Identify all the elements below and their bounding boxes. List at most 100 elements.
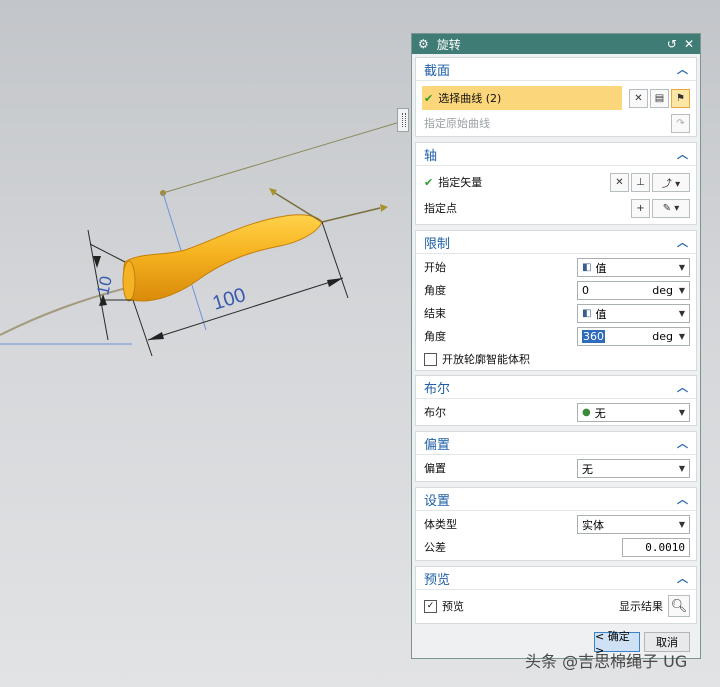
specify-point-row[interactable]: 指定点 + ✎ ▾ <box>424 197 690 219</box>
sketch-section-icon[interactable]: ⚑ <box>671 88 690 108</box>
offset-header[interactable]: 偏置 ︿ <box>416 432 696 455</box>
curve-rule-icon[interactable]: ✕ <box>629 88 648 108</box>
chevron-down-icon[interactable]: ▼ <box>675 263 689 272</box>
close-icon[interactable]: ✕ <box>684 37 694 51</box>
specify-vector-label: 指定矢量 <box>438 176 483 189</box>
preview-header-label: 预览 <box>424 572 451 588</box>
chevron-down-icon[interactable]: ▼ <box>675 520 689 529</box>
collapse-chevron-icon[interactable]: ︿ <box>677 61 688 77</box>
preview-label: 预览 <box>442 600 464 613</box>
specify-point-label: 指定点 <box>424 202 457 215</box>
reset-icon[interactable]: ↺ <box>667 37 677 51</box>
collapse-chevron-icon[interactable]: ︿ <box>677 491 688 507</box>
vector-arrow-head <box>380 204 388 212</box>
offset-header-label: 偏置 <box>424 437 451 453</box>
gear-icon[interactable]: ⚙ <box>418 37 429 51</box>
collapse-chevron-icon[interactable]: ︿ <box>677 435 688 451</box>
dim-100-arrow2 <box>327 278 343 287</box>
preview-group: 预览 ︿ ✓ 预览 显示结果 🔍︎ <box>415 566 697 624</box>
dialog-titlebar: ⚙ 旋转 ↺ ✕ <box>412 34 700 54</box>
boolean-value: 无 <box>594 406 606 420</box>
point-dropdown-icon[interactable]: ✎ ▾ <box>652 198 690 218</box>
collapse-chevron-icon[interactable]: ︿ <box>677 379 688 395</box>
boolean-group: 布尔 ︿ 布尔 ● 无 ▼ <box>415 375 697 426</box>
end-type-select[interactable]: ◧ 值 ▼ <box>577 304 690 323</box>
boolean-header-label: 布尔 <box>424 381 451 397</box>
dim-100-ext2 <box>321 221 349 299</box>
end-angle-unit[interactable]: deg <box>652 330 673 343</box>
settings-header-label: 设置 <box>424 493 451 509</box>
chevron-down-icon[interactable]: ▼ <box>675 309 689 318</box>
open-profile-checkbox[interactable] <box>424 352 437 366</box>
check-icon: ✔ <box>424 91 434 105</box>
axis-header[interactable]: 轴 ︿ <box>416 143 696 166</box>
collapse-chevron-icon[interactable]: ︿ <box>677 146 688 162</box>
check-icon: ✔ <box>424 175 434 189</box>
start-angle-unit[interactable]: deg <box>652 284 673 297</box>
value-icon: ◧ <box>582 262 592 273</box>
end-angle-input[interactable]: 360 deg ▼ <box>577 327 690 346</box>
collapse-chevron-icon[interactable]: ︿ <box>677 570 688 586</box>
section-header[interactable]: 截面 ︿ <box>416 58 696 81</box>
start-type-value: 值 <box>595 261 607 275</box>
offset-group: 偏置 ︿ 偏置 无 ▼ <box>415 431 697 482</box>
settings-group: 设置 ︿ 体类型 实体 ▼ 公差 0.0010 <box>415 487 697 561</box>
chevron-down-icon[interactable]: ▼ <box>675 286 689 295</box>
end-type-value: 值 <box>595 307 607 321</box>
preview-header[interactable]: 预览 ︿ <box>416 567 696 590</box>
start-angle-input[interactable]: 0 deg ▼ <box>577 281 690 300</box>
dialog-drag-handle[interactable] <box>397 108 409 132</box>
specify-vector-row[interactable]: ✔ 指定矢量 ✕ ⊥ ⤴ ▾ <box>424 171 690 193</box>
limits-header-label: 限制 <box>424 236 451 252</box>
axis-group: 轴 ︿ ✔ 指定矢量 ✕ ⊥ ⤴ ▾ 指定点 + ✎ ▾ <box>415 142 697 225</box>
axis-header-label: 轴 <box>424 148 438 164</box>
dim-100-ext1 <box>132 299 153 357</box>
point-dialog-icon[interactable]: + <box>631 198 650 218</box>
select-curve-row[interactable]: ✔ 选择曲线 (2) ✕ ▤ ⚑ <box>424 87 690 109</box>
tolerance-input[interactable]: 0.0010 <box>622 538 690 557</box>
show-result-label: 显示结果 <box>619 600 663 613</box>
value-icon: ◧ <box>582 308 592 319</box>
start-angle-value: 0 <box>582 284 589 297</box>
boolean-select[interactable]: ● 无 ▼ <box>577 403 690 422</box>
section-header-label: 截面 <box>424 63 451 79</box>
end-angle-value: 360 <box>582 330 605 343</box>
revolved-solid[interactable] <box>123 214 323 302</box>
magnifier-icon[interactable]: 🔍︎ <box>668 595 690 617</box>
tolerance-value: 0.0010 <box>645 541 685 554</box>
limits-header[interactable]: 限制 ︿ <box>416 231 696 254</box>
chevron-down-icon[interactable]: ▼ <box>675 408 689 417</box>
vector-dropdown-icon[interactable]: ⤴ ▾ <box>652 172 690 192</box>
vector-arrow <box>321 207 381 223</box>
specify-original-label: 指定原始曲线 <box>424 117 490 130</box>
chevron-down-icon[interactable]: ▼ <box>675 464 689 473</box>
dialog-title: 旋转 <box>436 37 461 52</box>
offset-select[interactable]: 无 ▼ <box>577 459 690 478</box>
select-curve-label: 选择曲线 (2) <box>438 92 502 105</box>
section-group: 截面 ︿ ✔ 选择曲线 (2) ✕ ▤ ⚑ 指定原始曲线 ↷ <box>415 57 697 137</box>
axis-line <box>162 121 401 194</box>
offset-value: 无 <box>582 462 593 476</box>
reverse-direction-icon[interactable]: ✕ <box>610 172 629 192</box>
body-type-value: 实体 <box>582 518 604 532</box>
dim-100-arrow1 <box>148 332 164 340</box>
revolve-dialog: ⚙ 旋转 ↺ ✕ 截面 ︿ ✔ 选择曲线 (2) ✕ ▤ ⚑ 指定原始曲线 ↷ … <box>411 33 701 659</box>
boolean-none-icon: ● <box>582 407 591 418</box>
vector-arrow-head-2 <box>269 188 277 196</box>
preview-checkbox[interactable]: ✓ <box>424 599 437 613</box>
specify-original-row: 指定原始曲线 ↷ <box>424 112 690 134</box>
dim-10-label: 10 <box>93 274 116 296</box>
open-profile-row[interactable]: 开放轮廓智能体积 <box>424 348 690 370</box>
original-curve-icon: ↷ <box>671 113 690 133</box>
vector-axis-icon[interactable]: ⊥ <box>631 172 650 192</box>
limits-group: 限制 ︿ 开始 ◧ 值 ▼ 角度 0 deg ▼ 结束 ◧ 值 ▼ 角度 360… <box>415 230 697 371</box>
collapse-chevron-icon[interactable]: ︿ <box>677 234 688 250</box>
settings-header[interactable]: 设置 ︿ <box>416 488 696 511</box>
boolean-header[interactable]: 布尔 ︿ <box>416 376 696 399</box>
sketch-icon[interactable]: ▤ <box>650 88 669 108</box>
chevron-down-icon[interactable]: ▼ <box>675 332 689 341</box>
open-profile-label: 开放轮廓智能体积 <box>442 353 530 366</box>
body-type-select[interactable]: 实体 ▼ <box>577 515 690 534</box>
start-type-select[interactable]: ◧ 值 ▼ <box>577 258 690 277</box>
solid-end-cap <box>122 260 136 302</box>
